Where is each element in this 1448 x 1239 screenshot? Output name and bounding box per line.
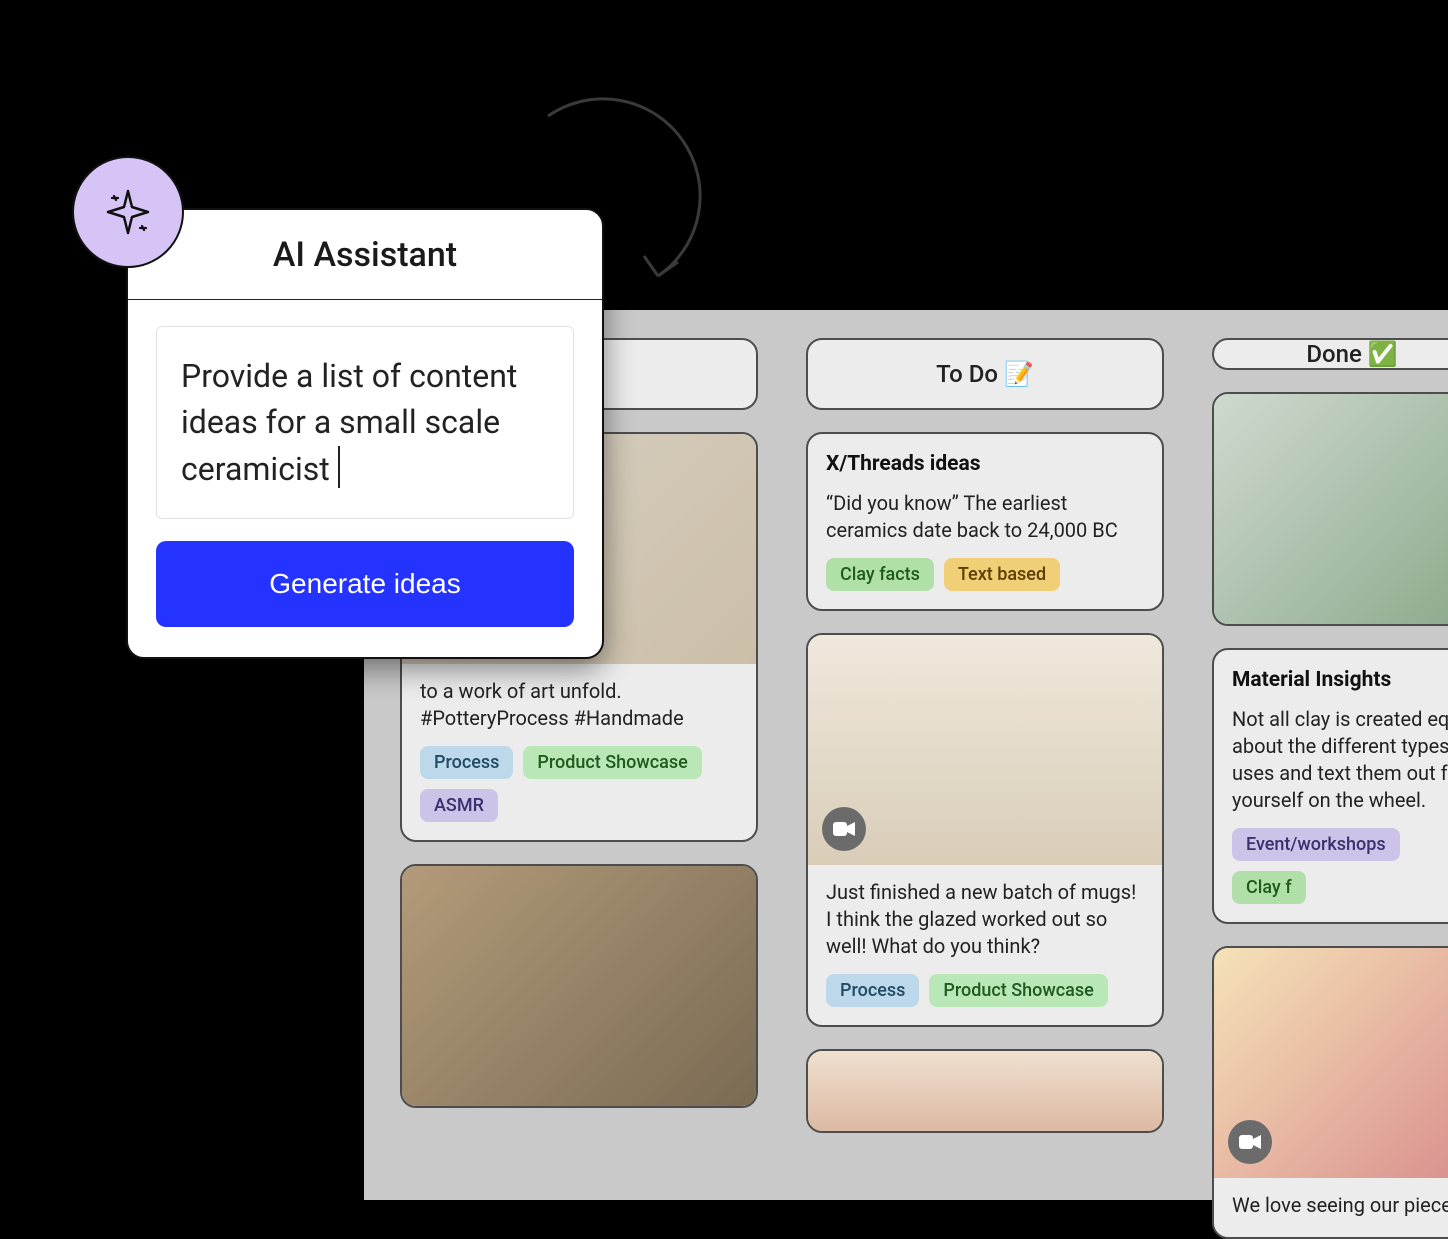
tag[interactable]: Process [420, 746, 513, 779]
card-tags: Event/workshops Clay f [1232, 828, 1448, 904]
kanban-card[interactable]: Material Insights Not all clay is create… [1212, 648, 1448, 924]
ai-assistant-panel: AI Assistant Provide a list of content i… [126, 208, 604, 659]
ai-prompt-input[interactable]: Provide a list of content ideas for a sm… [156, 326, 574, 519]
ai-assistant-header: AI Assistant [128, 210, 602, 300]
kanban-card[interactable] [806, 1049, 1164, 1133]
card-image [808, 635, 1162, 865]
column-header: Done ✅ [1212, 338, 1448, 370]
card-image [808, 1051, 1162, 1131]
card-image [1214, 948, 1448, 1178]
card-tags: Process Product Showcase [826, 974, 1144, 1007]
video-icon [1228, 1120, 1272, 1164]
column-header: To Do 📝 [806, 338, 1164, 410]
tag[interactable]: Clay facts [826, 558, 934, 591]
kanban-card[interactable] [1212, 392, 1448, 626]
card-image [402, 866, 756, 1106]
kanban-column-done: Done ✅ Material Insights Not all clay is… [1212, 338, 1448, 1200]
tag[interactable]: Text based [944, 558, 1060, 591]
ai-sparkle-icon[interactable] [72, 156, 184, 268]
card-title: X/Threads ideas [826, 452, 1144, 476]
card-body: Just finished a new batch of mugs! I thi… [826, 879, 1144, 960]
card-tags: Clay facts Text based [826, 558, 1144, 591]
card-tags: Process Product Showcase ASMR [420, 746, 738, 822]
card-title: Material Insights [1232, 668, 1448, 692]
video-icon [822, 807, 866, 851]
tag[interactable]: ASMR [420, 789, 498, 822]
card-body: “Did you know” The earliest ceramics dat… [826, 490, 1144, 544]
kanban-column-todo: To Do 📝 X/Threads ideas “Did you know” T… [806, 338, 1164, 1200]
column-header-label: Done ✅ [1306, 340, 1397, 368]
column-header-label: To Do 📝 [936, 360, 1034, 388]
tag[interactable]: Product Showcase [523, 746, 701, 779]
ai-assistant-title: AI Assistant [273, 235, 457, 275]
tag[interactable]: Product Showcase [929, 974, 1107, 1007]
kanban-card[interactable]: We love seeing our pieces [1212, 946, 1448, 1239]
tag[interactable]: Event/workshops [1232, 828, 1400, 861]
kanban-card[interactable]: Just finished a new batch of mugs! I thi… [806, 633, 1164, 1027]
card-body: We love seeing our pieces [1232, 1192, 1448, 1219]
card-image [1214, 394, 1448, 624]
kanban-card[interactable] [400, 864, 758, 1108]
generate-ideas-button[interactable]: Generate ideas [156, 541, 574, 627]
card-body: Not all clay is created equ about the di… [1232, 706, 1448, 814]
tag[interactable]: Clay f [1232, 871, 1306, 904]
card-body: to a work of art unfold. #PotteryProcess… [420, 678, 738, 732]
tag[interactable]: Process [826, 974, 919, 1007]
kanban-card[interactable]: X/Threads ideas “Did you know” The earli… [806, 432, 1164, 611]
